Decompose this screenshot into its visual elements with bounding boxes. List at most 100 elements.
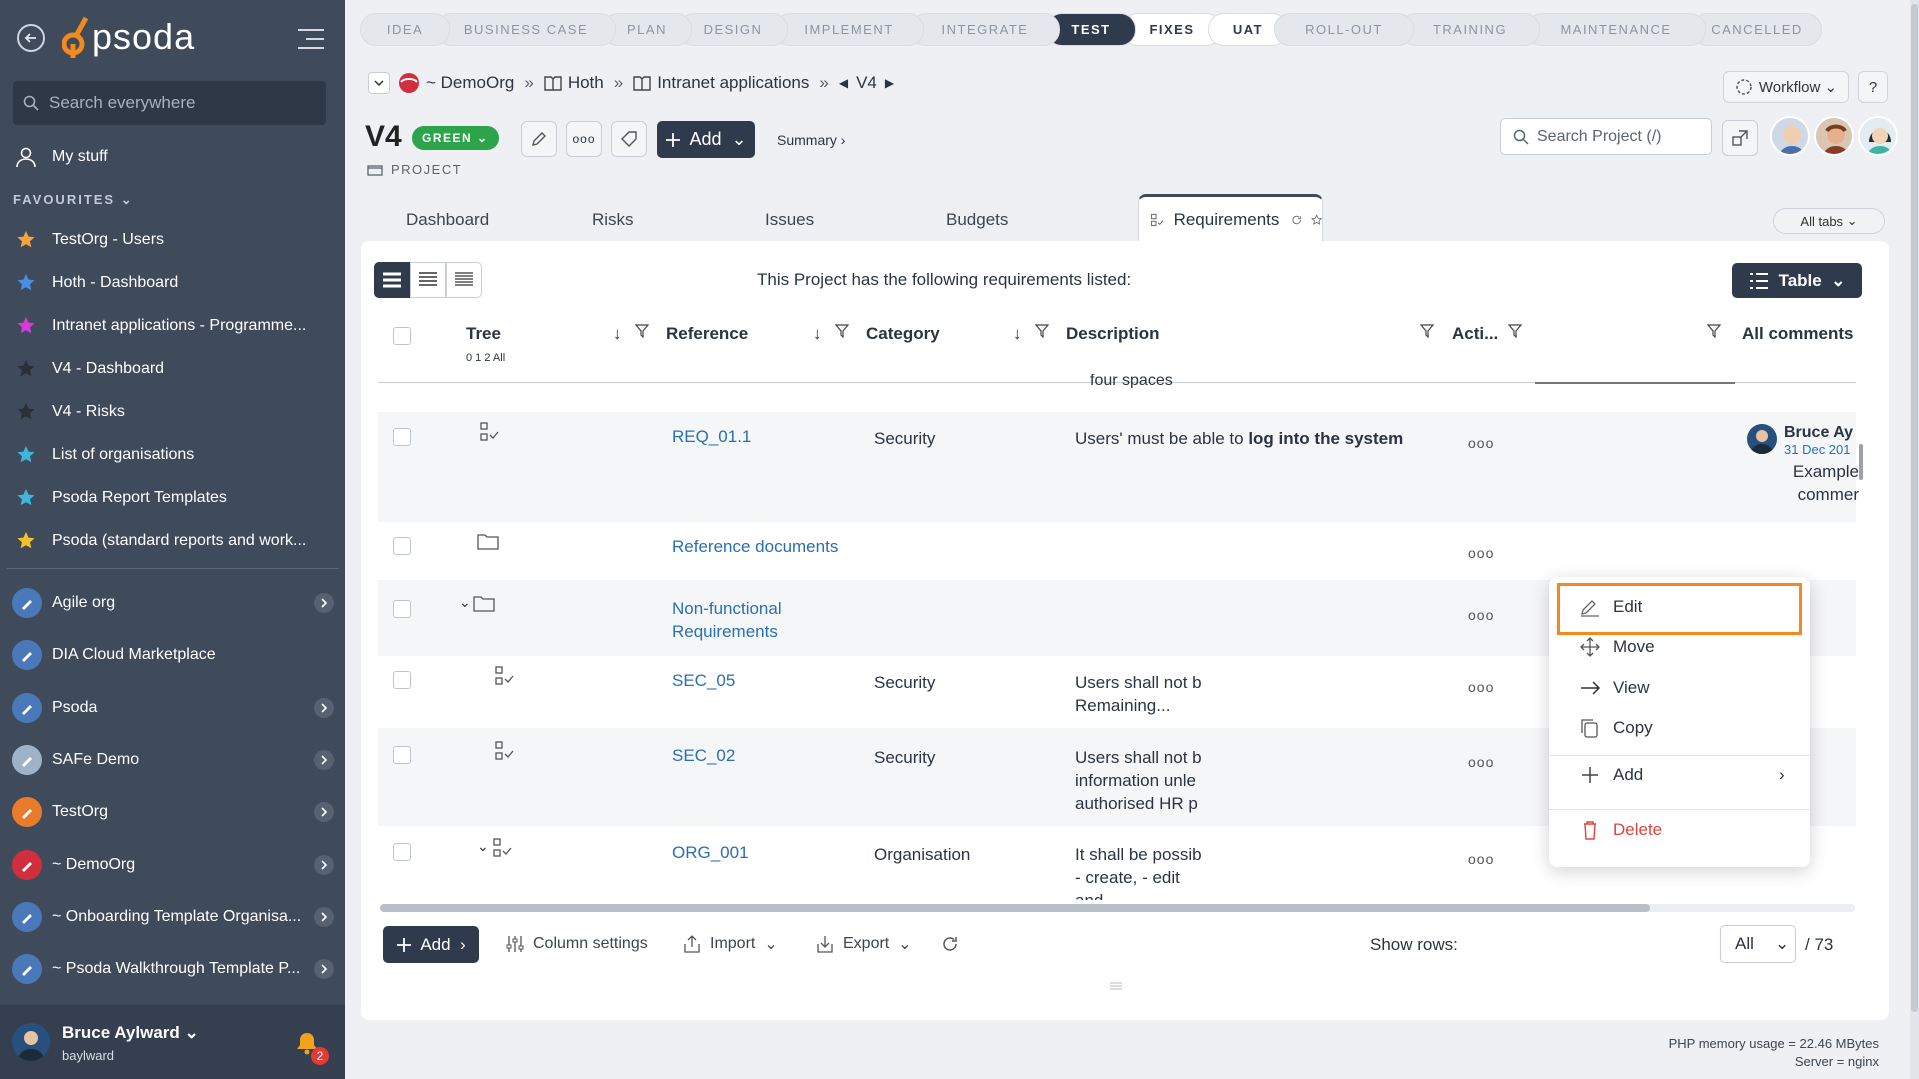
menu-item-delete[interactable]: Delete [1579, 820, 1662, 840]
summary-link[interactable]: Summary › [777, 132, 845, 148]
phase-cancelled[interactable]: CANCELLED [1692, 13, 1822, 46]
select-all-checkbox[interactable] [393, 327, 411, 345]
footer-add-button[interactable]: Add › [383, 926, 479, 963]
filter-icon[interactable] [1707, 324, 1721, 338]
table-view-dropdown[interactable]: Table ⌄ [1732, 263, 1862, 298]
organisation-item[interactable]: SAFe Demo [0, 735, 345, 785]
organisation-item[interactable]: ~ Psoda Walkthrough Template P... [0, 944, 345, 994]
rows-select[interactable]: All ⌄ [1720, 925, 1796, 963]
favourite-item[interactable]: V4 - Dashboard [0, 349, 345, 389]
chevron-right-icon[interactable] [314, 906, 334, 927]
tag-button[interactable] [611, 121, 647, 157]
avatar[interactable] [1814, 116, 1854, 156]
requirement-ref-link[interactable]: Non-functional Requirements [672, 597, 812, 643]
filter-icon[interactable] [1035, 324, 1049, 338]
more-options-button[interactable]: ooo [566, 121, 602, 157]
comment-scrollbar[interactable] [1859, 444, 1863, 480]
organisation-item[interactable]: TestOrg [0, 787, 345, 837]
favourites-title[interactable]: FAVOURITES ⌄ [13, 192, 134, 208]
global-search-input[interactable]: Search everywhere [13, 81, 326, 125]
row-checkbox[interactable] [393, 537, 411, 555]
requirement-ref-link[interactable]: SEC_05 [672, 669, 735, 692]
chevron-right-icon[interactable] [314, 697, 334, 718]
column-settings-button[interactable]: Column settings [505, 934, 648, 954]
tree-levels[interactable]: 0 1 2 All [466, 352, 505, 364]
favourite-item[interactable]: Intranet applications - Programme... [0, 306, 345, 346]
favourite-item[interactable]: List of organisations [0, 435, 345, 475]
scrollbar-thumb[interactable] [1911, 4, 1918, 1012]
prev-project-icon[interactable]: ◀ [839, 76, 848, 90]
column-actions[interactable]: Acti... [1452, 324, 1498, 344]
import-button[interactable]: Import ⌄ [682, 934, 778, 954]
organisation-item[interactable]: Agile org [0, 578, 345, 628]
sort-icon[interactable]: ↓ [813, 324, 822, 344]
phase-idea[interactable]: IDEA [360, 13, 450, 46]
requirement-ref-link[interactable]: SEC_02 [672, 744, 735, 767]
expand-chevron-icon[interactable]: ⌄ [459, 594, 471, 611]
requirement-ref-link[interactable]: ORG_001 [672, 841, 749, 864]
notifications-bell-icon[interactable]: 2 [295, 1031, 329, 1065]
next-project-icon[interactable]: ▶ [885, 76, 894, 90]
row-checkbox[interactable] [393, 843, 411, 861]
breadcrumb-programme[interactable]: Hoth [568, 73, 604, 93]
add-button[interactable]: Add ⌄ [657, 121, 755, 158]
row-checkbox[interactable] [393, 600, 411, 618]
refresh-icon[interactable] [1291, 211, 1302, 229]
organisation-item[interactable]: DIA Cloud Marketplace [0, 630, 345, 680]
my-stuff-link[interactable]: My stuff [0, 137, 345, 177]
comment-date[interactable]: 31 Dec 201 [1784, 438, 1851, 461]
menu-item-copy[interactable]: Copy [1579, 718, 1653, 738]
sort-icon[interactable]: ↓ [1013, 324, 1022, 344]
chevron-right-icon[interactable] [314, 854, 334, 875]
back-button[interactable] [17, 24, 45, 52]
chevron-right-icon[interactable] [314, 593, 334, 613]
psoda-logo[interactable]: psoda [62, 14, 195, 60]
row-actions-button[interactable]: ooo [1468, 679, 1494, 695]
favourite-item[interactable]: Psoda Report Templates [0, 478, 345, 518]
favourite-item[interactable]: V4 - Risks [0, 392, 345, 432]
row-checkbox[interactable] [393, 428, 411, 446]
favourite-item[interactable]: Psoda (standard reports and work... [0, 521, 345, 561]
workflow-button[interactable]: Workflow ⌄ [1723, 71, 1849, 103]
phase-business-case[interactable]: BUSINESS CASE [436, 13, 616, 46]
column-reference[interactable]: Reference [666, 324, 748, 344]
row-checkbox[interactable] [393, 746, 411, 764]
page-scrollbar[interactable] [1910, 0, 1919, 1079]
chevron-right-icon[interactable] [314, 802, 334, 823]
phase-fixes[interactable]: FIXES [1122, 13, 1222, 46]
tab-budgets[interactable]: Budgets [946, 210, 1008, 230]
column-comments[interactable]: All comments [1742, 324, 1853, 344]
avatar[interactable] [1770, 116, 1810, 156]
menu-item-add[interactable]: Add › [1579, 765, 1794, 785]
phase-implement[interactable]: IMPLEMENT [774, 13, 924, 46]
organisation-item[interactable]: ~ Onboarding Template Organisa... [0, 892, 345, 942]
tab-dashboard[interactable]: Dashboard [406, 210, 489, 230]
organisation-item[interactable]: ~ DemoOrg [0, 840, 345, 890]
view-compact-button[interactable] [410, 262, 446, 298]
share-button[interactable] [1722, 120, 1758, 156]
status-badge[interactable]: GREEN ⌄ [412, 126, 499, 150]
collapse-menu-icon[interactable] [296, 28, 326, 50]
all-tabs-dropdown[interactable]: All tabs ⌄ [1773, 208, 1885, 234]
row-actions-button[interactable]: ooo [1468, 435, 1494, 451]
filter-icon[interactable] [635, 324, 649, 338]
organisation-item[interactable]: Psoda [0, 683, 345, 733]
favourite-item[interactable]: Hoth - Dashboard [0, 263, 345, 303]
view-list-button[interactable] [374, 262, 410, 298]
sort-icon[interactable]: ↓ [613, 324, 622, 344]
column-tree[interactable]: Tree [466, 324, 501, 344]
tab-requirements[interactable]: Requirements [1138, 194, 1323, 242]
row-actions-button[interactable]: ooo [1468, 754, 1494, 770]
row-actions-button[interactable]: ooo [1468, 607, 1494, 623]
filter-icon[interactable] [1508, 324, 1522, 338]
row-actions-button[interactable]: ooo [1468, 851, 1494, 867]
refresh-button[interactable] [940, 934, 968, 954]
breadcrumb-dropdown[interactable] [368, 72, 390, 94]
column-description[interactable]: Description [1066, 324, 1160, 344]
phase-design[interactable]: DESIGN [678, 13, 788, 46]
star-icon[interactable] [1310, 211, 1322, 229]
breadcrumb-org[interactable]: ~ DemoOrg [426, 73, 514, 93]
favourite-item[interactable]: TestOrg - Users [0, 220, 345, 260]
tab-risks[interactable]: Risks [592, 210, 634, 230]
scrollbar-thumb[interactable] [380, 904, 1650, 912]
